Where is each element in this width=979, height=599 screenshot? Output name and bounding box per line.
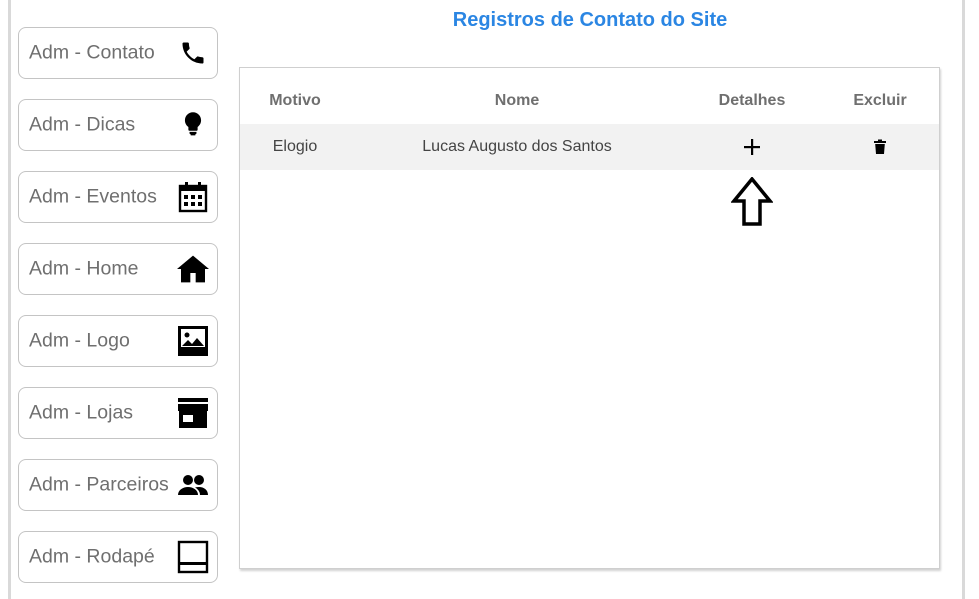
sidebar-item-lojas[interactable]: Adm - Lojas: [18, 387, 218, 439]
contact-records-table: Motivo Nome Detalhes Excluir Elogio Luca…: [239, 67, 940, 569]
column-header-motivo: Motivo: [269, 92, 321, 109]
sidebar-item-logo[interactable]: Adm - Logo: [18, 315, 218, 367]
image-icon: [176, 324, 210, 358]
sidebar-item-label: Adm - Contato: [29, 41, 155, 64]
cell-motivo: Elogio: [272, 138, 318, 155]
cell-nome: Lucas Augusto dos Santos: [422, 138, 612, 155]
sidebar-item-eventos[interactable]: Adm - Eventos: [18, 171, 218, 223]
sidebar-item-dicas[interactable]: Adm - Dicas: [18, 99, 218, 151]
right-frame-border: [962, 0, 965, 599]
plus-icon: [744, 139, 760, 155]
sidebar-item-label: Adm - Logo: [29, 329, 130, 352]
sidebar-item-home[interactable]: Adm - Home: [18, 243, 218, 295]
sidebar-item-label: Adm - Rodapé: [29, 545, 155, 568]
sidebar-item-label: Adm - Dicas: [29, 113, 136, 136]
details-button[interactable]: [742, 137, 762, 157]
sidebar-item-parceiros[interactable]: Adm - Parceiros: [18, 459, 218, 511]
trash-icon: [874, 139, 886, 154]
page-title: Registros de Contato do Site: [452, 9, 728, 31]
column-header-detalhes: Detalhes: [718, 92, 786, 109]
sidebar-item-label: Adm - Lojas: [29, 401, 134, 424]
home-icon: [176, 252, 210, 286]
sidebar-item-contato[interactable]: Adm - Contato: [18, 27, 218, 79]
lightbulb-icon: [176, 108, 210, 142]
sidebar-item-rodape[interactable]: Adm - Rodapé: [18, 531, 218, 583]
calendar-icon: [176, 180, 210, 214]
left-frame-border: [0, 0, 11, 599]
column-header-nome: Nome: [494, 92, 540, 109]
store-icon: [176, 396, 210, 430]
sidebar-item-label: Adm - Parceiros: [29, 473, 169, 496]
sidebar-item-label: Adm - Eventos: [29, 185, 157, 208]
delete-button[interactable]: [874, 139, 886, 155]
sidebar-item-label: Adm - Home: [29, 257, 139, 280]
column-header-excluir: Excluir: [853, 92, 907, 109]
phone-icon: [176, 36, 210, 70]
footer-icon: [176, 540, 210, 574]
up-arrow-icon: [731, 177, 773, 226]
people-icon: [176, 468, 210, 502]
table-row: Elogio Lucas Augusto dos Santos: [240, 124, 939, 170]
